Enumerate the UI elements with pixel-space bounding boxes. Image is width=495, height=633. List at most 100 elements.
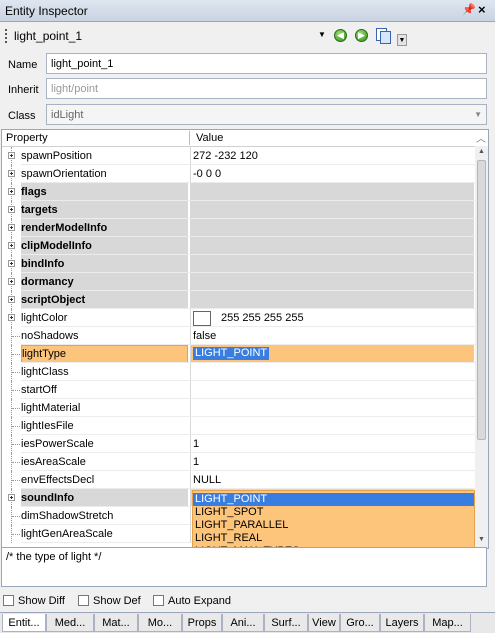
property-name[interactable]: targets: [21, 201, 188, 219]
copy-icon[interactable]: [376, 28, 391, 44]
property-row-spawnorientation[interactable]: spawnOrientation -0 0 0: [2, 165, 476, 183]
property-row-dormancy[interactable]: dormancy: [2, 273, 476, 291]
tab-mat[interactable]: Mat...: [94, 614, 138, 632]
property-name[interactable]: lightIesFile: [21, 417, 188, 435]
tab-map[interactable]: Map...: [424, 614, 471, 632]
property-value[interactable]: [191, 273, 474, 291]
color-swatch[interactable]: [193, 310, 211, 326]
property-name[interactable]: renderModelInfo: [21, 219, 188, 237]
expand-plus-icon[interactable]: [8, 170, 15, 177]
expand-plus-icon[interactable]: [8, 242, 15, 249]
property-row-lighttype[interactable]: lightType LIGHT_POINT: [2, 345, 476, 363]
next-entity-icon[interactable]: ▶: [355, 29, 368, 42]
property-name[interactable]: lightType: [21, 345, 188, 363]
tab-ani[interactable]: Ani...: [222, 614, 264, 632]
property-value[interactable]: [191, 201, 474, 219]
property-name[interactable]: lightMaterial: [21, 399, 188, 417]
expand-plus-icon[interactable]: [8, 314, 15, 321]
property-name[interactable]: lightColor: [21, 309, 188, 327]
property-row-flags[interactable]: flags: [2, 183, 476, 201]
tab-props[interactable]: Props: [182, 614, 222, 632]
property-row-clipmodelinfo[interactable]: clipModelInfo: [2, 237, 476, 255]
class-select[interactable]: idLight ▼: [46, 104, 487, 125]
expand-plus-icon[interactable]: [8, 278, 15, 285]
property-value[interactable]: [191, 237, 474, 255]
property-row-startoff[interactable]: startOff: [2, 381, 476, 399]
property-name[interactable]: clipModelInfo: [21, 237, 188, 255]
expand-plus-icon[interactable]: [8, 296, 15, 303]
scroll-thumb[interactable]: [477, 160, 486, 440]
scroll-down-icon[interactable]: ▼: [476, 536, 487, 546]
column-header-value[interactable]: Value: [196, 132, 223, 144]
column-header-property[interactable]: Property: [6, 132, 48, 144]
property-value[interactable]: 272 -232 120: [191, 147, 474, 165]
property-value[interactable]: [191, 399, 474, 417]
dropdown-option-light-point[interactable]: LIGHT_POINT: [193, 493, 474, 506]
property-row-enveffectsdecl[interactable]: envEffectsDecl NULL: [2, 471, 476, 489]
property-name[interactable]: iesAreaScale: [21, 453, 188, 471]
property-row-lightcolor[interactable]: lightColor 255 255 255 255: [2, 309, 476, 327]
property-row-lightmaterial[interactable]: lightMaterial: [2, 399, 476, 417]
property-name[interactable]: bindInfo: [21, 255, 188, 273]
property-value[interactable]: 1: [191, 453, 474, 471]
property-value[interactable]: [191, 363, 474, 381]
options-dropdown-icon[interactable]: ▼: [397, 34, 407, 46]
property-value[interactable]: [191, 183, 474, 201]
property-value[interactable]: [191, 255, 474, 273]
collapse-up-icon[interactable]: ︿: [476, 130, 486, 145]
tab-view[interactable]: View: [308, 614, 340, 632]
property-row-targets[interactable]: targets: [2, 201, 476, 219]
light-type-value[interactable]: LIGHT_POINT: [193, 347, 270, 360]
property-row-iespowerscale[interactable]: iesPowerScale 1: [2, 435, 476, 453]
entity-name[interactable]: light_point_1: [14, 29, 82, 43]
property-name[interactable]: scriptObject: [21, 291, 188, 309]
close-icon[interactable]: ×: [478, 2, 486, 17]
property-value[interactable]: NULL: [191, 471, 474, 489]
property-name[interactable]: soundInfo: [21, 489, 188, 507]
property-value[interactable]: false: [191, 327, 474, 345]
property-row-noshadows[interactable]: noShadows false: [2, 327, 476, 345]
column-divider[interactable]: [189, 131, 190, 145]
property-value[interactable]: [191, 291, 474, 309]
inherit-field[interactable]: light/point: [46, 78, 487, 99]
property-row-spawnposition[interactable]: spawnPosition 272 -232 120: [2, 147, 476, 165]
dropdown-option-light-parallel[interactable]: LIGHT_PARALLEL: [193, 519, 474, 532]
property-name[interactable]: spawnPosition: [21, 147, 188, 165]
tab-mo[interactable]: Mo...: [138, 614, 182, 632]
property-row-rendermodelinfo[interactable]: renderModelInfo: [2, 219, 476, 237]
dropdown-option-light-spot[interactable]: LIGHT_SPOT: [193, 506, 474, 519]
dropdown-option-light-real[interactable]: LIGHT_REAL: [193, 532, 474, 545]
property-name[interactable]: dormancy: [21, 273, 188, 291]
tab-surf[interactable]: Surf...: [264, 614, 308, 632]
tab-gro[interactable]: Gro...: [340, 614, 380, 632]
property-name[interactable]: startOff: [21, 381, 188, 399]
tab-entit[interactable]: Entit...: [2, 614, 46, 632]
property-name[interactable]: iesPowerScale: [21, 435, 188, 453]
property-row-iesareascale[interactable]: iesAreaScale 1: [2, 453, 476, 471]
property-value[interactable]: -0 0 0: [191, 165, 474, 183]
checkbox-box[interactable]: [153, 595, 164, 606]
expand-plus-icon[interactable]: [8, 206, 15, 213]
chevron-down-icon[interactable]: ▼: [318, 30, 326, 39]
property-row-bindinfo[interactable]: bindInfo: [2, 255, 476, 273]
expand-plus-icon[interactable]: [8, 152, 15, 159]
property-name[interactable]: spawnOrientation: [21, 165, 188, 183]
property-value[interactable]: 255 255 255 255: [191, 309, 474, 327]
property-value[interactable]: 1: [191, 435, 474, 453]
previous-entity-icon[interactable]: ◀: [334, 29, 347, 42]
property-name[interactable]: noShadows: [21, 327, 188, 345]
light-type-dropdown-list[interactable]: LIGHT_POINT LIGHT_SPOT LIGHT_PARALLEL LIGHT…: [192, 490, 475, 548]
light-type-combo[interactable]: LIGHT_POINT: [191, 345, 474, 363]
tab-layers[interactable]: Layers: [380, 614, 424, 632]
pin-icon[interactable]: 📌: [462, 3, 476, 16]
expand-plus-icon[interactable]: [8, 494, 15, 501]
property-row-lightclass[interactable]: lightClass: [2, 363, 476, 381]
grip-icon[interactable]: [5, 29, 9, 43]
property-row-lightiesfile[interactable]: lightIesFile: [2, 417, 476, 435]
property-name[interactable]: lightClass: [21, 363, 188, 381]
checkbox-box[interactable]: [3, 595, 14, 606]
tab-med[interactable]: Med...: [46, 614, 94, 632]
checkbox-box[interactable]: [78, 595, 89, 606]
property-value[interactable]: [191, 381, 474, 399]
name-field[interactable]: light_point_1: [46, 53, 487, 74]
